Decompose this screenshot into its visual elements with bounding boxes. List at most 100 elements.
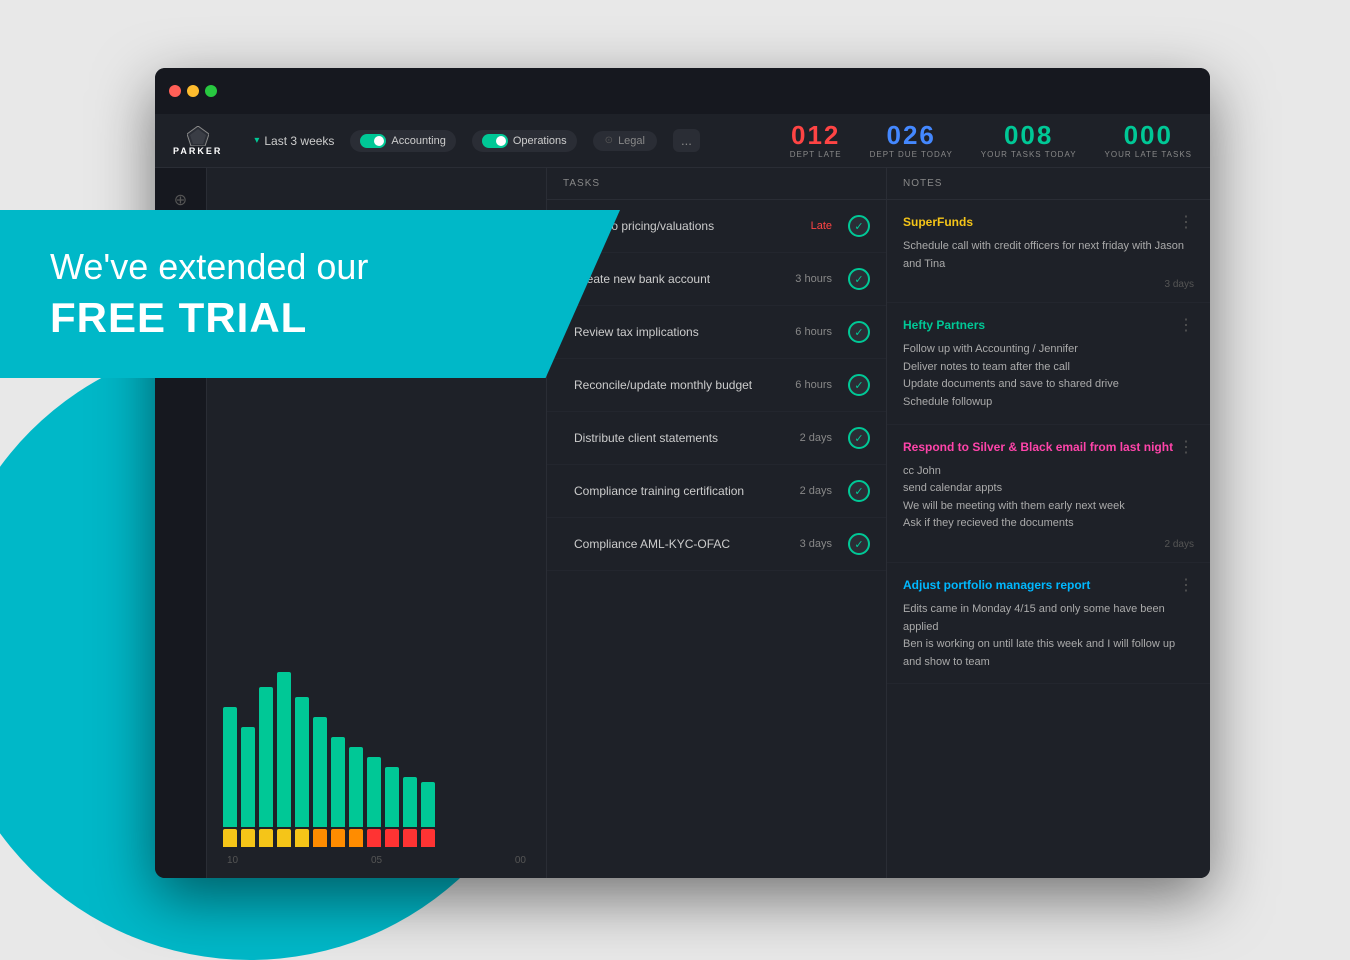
- stat-your-tasks: 008 YOUR TASKS TODAY: [981, 122, 1077, 159]
- chart-bar-top: [421, 782, 435, 827]
- chart-bar-bottom: [367, 829, 381, 847]
- note-menu-button[interactable]: ⋮: [1178, 437, 1194, 457]
- chart-bar-bottom: [349, 829, 363, 847]
- chart-bar-bottom: [421, 829, 435, 847]
- chart-bar-top: [349, 747, 363, 827]
- chart-bar-group: [313, 717, 327, 847]
- chart-bar-top: [403, 777, 417, 827]
- note-card: Respond to Silver & Black email from las…: [887, 425, 1210, 563]
- task-time: 2 days: [800, 485, 832, 497]
- task-row[interactable]: Distribute client statements 2 days ✓: [547, 412, 886, 465]
- stat-late-tasks: 000 YOUR LATE TASKS: [1105, 122, 1192, 159]
- chart-bar-group: [331, 737, 345, 847]
- task-indicator: [563, 369, 566, 401]
- note-menu-button[interactable]: ⋮: [1178, 212, 1194, 232]
- stat-dept-late-num: 012: [790, 122, 842, 148]
- task-check[interactable]: ✓: [848, 215, 870, 237]
- note-title: Adjust portfolio managers report: [903, 578, 1090, 592]
- task-row[interactable]: Create new bank account3 hours✓: [547, 253, 886, 306]
- chart-bar-bottom: [223, 829, 237, 847]
- chart-bar-group: [241, 727, 255, 847]
- stat-dept-due-num: 026: [870, 122, 953, 148]
- stat-dept-due-label: DEPT DUE TODAY: [870, 150, 953, 159]
- chart-bar-top: [385, 767, 399, 827]
- chart-bar-top: [331, 737, 345, 827]
- note-title: Respond to Silver & Black email from las…: [903, 440, 1173, 454]
- note-days: 2 days: [1165, 539, 1194, 550]
- note-card: Hefty Partners⋮ Follow up with Accounting…: [887, 303, 1210, 424]
- note-footer: 3 days: [903, 279, 1194, 290]
- note-body: Follow up with Accounting / Jennifer Del…: [903, 341, 1194, 411]
- chart-bar-bottom: [295, 829, 309, 847]
- task-indicator: [563, 475, 566, 507]
- chart-bar-bottom: [403, 829, 417, 847]
- task-name: Compliance AML-KYC-OFAC: [574, 537, 792, 551]
- chart-bar-group: [223, 707, 237, 847]
- chart-bar-bottom: [241, 829, 255, 847]
- chart-bar-top: [241, 727, 255, 827]
- task-row[interactable]: Compliance training certification2 days✓: [547, 465, 886, 518]
- stat-your-tasks-num: 008: [981, 122, 1077, 148]
- notes-header: NOTES: [887, 168, 1210, 200]
- chart-bar-bottom: [277, 829, 291, 847]
- accounting-label: Accounting: [391, 135, 445, 147]
- task-check[interactable]: ✓: [848, 374, 870, 396]
- chart-labels: 10 05 00: [223, 855, 530, 866]
- date-filter[interactable]: ▾ Last 3 weeks: [254, 134, 334, 148]
- chart-bar-group: [295, 697, 309, 847]
- operations-filter[interactable]: Operations: [472, 130, 577, 152]
- accounting-toggle[interactable]: [360, 134, 386, 148]
- note-card-header: Adjust portfolio managers report ⋮: [903, 575, 1194, 595]
- traffic-light-green[interactable]: [205, 85, 217, 97]
- note-card-header: Respond to Silver & Black email from las…: [903, 437, 1194, 457]
- task-check[interactable]: ✓: [848, 427, 870, 449]
- note-menu-button[interactable]: ⋮: [1178, 315, 1194, 335]
- task-time: Late: [811, 220, 832, 232]
- stats-area: 012 DEPT LATE 026 DEPT DUE TODAY 008 YOU…: [790, 122, 1192, 159]
- task-row[interactable]: Review tax implications6 hours✓: [547, 306, 886, 359]
- task-row[interactable]: Compliance AML-KYC-OFAC3 days✓: [547, 518, 886, 571]
- note-days: 3 days: [1165, 279, 1194, 290]
- task-check[interactable]: ✓: [848, 480, 870, 502]
- note-title: SuperFunds: [903, 215, 973, 229]
- task-row[interactable]: Reconcile/update monthly budget 6 hours ✓: [547, 359, 886, 412]
- task-check[interactable]: ✓: [848, 321, 870, 343]
- promo-line1: We've extended our: [50, 246, 570, 288]
- task-name: Review tax implications: [574, 325, 787, 339]
- note-body: Edits came in Monday 4/15 and only some …: [903, 601, 1194, 671]
- operations-toggle[interactable]: [482, 134, 508, 148]
- chart-bar-group: [367, 757, 381, 847]
- app-window: PARKER ▾ Last 3 weeks Accounting Operati…: [155, 68, 1210, 878]
- stat-late-tasks-label: YOUR LATE TASKS: [1105, 150, 1192, 159]
- task-time: 6 hours: [795, 379, 832, 391]
- operations-label: Operations: [513, 135, 567, 147]
- date-filter-label: Last 3 weeks: [264, 134, 334, 148]
- task-name: Reconcile/update monthly budget: [574, 378, 787, 392]
- tasks-header: TASKS: [547, 168, 886, 200]
- stat-late-tasks-num: 000: [1105, 122, 1192, 148]
- more-button[interactable]: ...: [673, 129, 700, 152]
- notes-panel: NOTES SuperFunds⋮Schedule call with cred…: [887, 168, 1210, 878]
- traffic-light-red[interactable]: [169, 85, 181, 97]
- logo-icon: [187, 126, 209, 146]
- header-nav: PARKER ▾ Last 3 weeks Accounting Operati…: [155, 114, 1210, 168]
- note-card-header: Hefty Partners⋮: [903, 315, 1194, 335]
- stat-dept-late-label: DEPT LATE: [790, 150, 842, 159]
- accounting-filter[interactable]: Accounting: [350, 130, 455, 152]
- notes-list: SuperFunds⋮Schedule call with credit off…: [887, 200, 1210, 684]
- note-footer: 2 days: [903, 539, 1194, 550]
- note-menu-button[interactable]: ⋮: [1178, 575, 1194, 595]
- task-time: 2 days: [800, 432, 832, 444]
- promo-line2: FREE TRIAL: [50, 294, 570, 342]
- traffic-light-yellow[interactable]: [187, 85, 199, 97]
- task-check[interactable]: ✓: [848, 268, 870, 290]
- task-name: Distribute client statements: [574, 431, 792, 445]
- note-card: Adjust portfolio managers report ⋮ Edits c…: [887, 563, 1210, 684]
- legal-filter[interactable]: ⊙ Legal: [593, 131, 657, 151]
- logo-text: PARKER: [173, 146, 222, 156]
- chart-bar-top: [223, 707, 237, 827]
- task-check[interactable]: ✓: [848, 533, 870, 555]
- chart-bar-top: [259, 687, 273, 827]
- note-body: cc John send calendar appts We will be m…: [903, 463, 1194, 533]
- note-card-header: SuperFunds ⋮: [903, 212, 1194, 232]
